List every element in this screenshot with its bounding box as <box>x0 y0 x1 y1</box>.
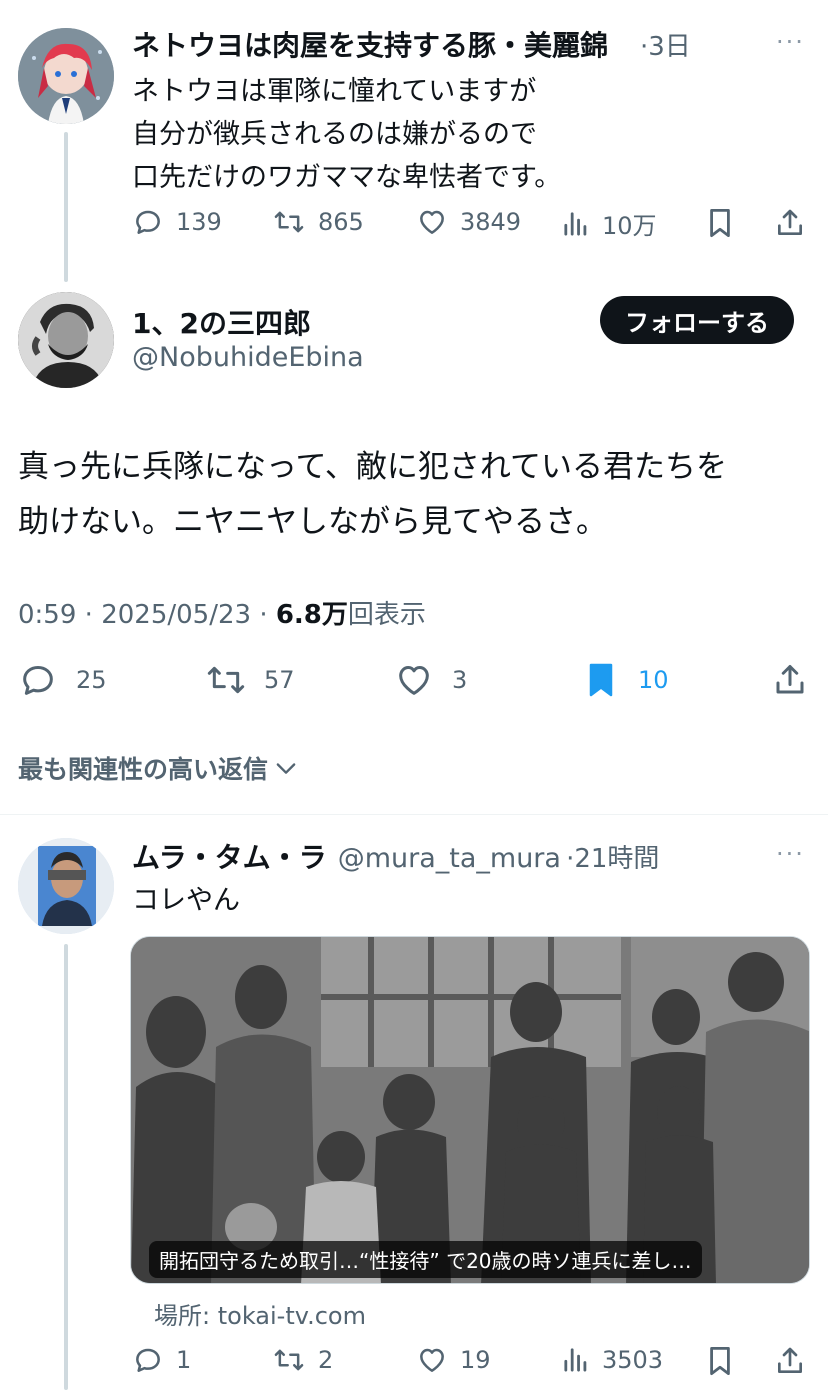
bookmark-button[interactable] <box>706 206 734 240</box>
avatar[interactable] <box>18 292 114 388</box>
chevron-down-icon <box>276 763 296 774</box>
anime-avatar-icon <box>18 28 114 124</box>
view-count: 6.8万 <box>275 600 348 630</box>
views-button[interactable]: 3503 <box>562 1344 663 1376</box>
media-card[interactable]: 開拓団守るため取引…“性接待” で20歳の時ソ連兵に差し… <box>130 936 810 1284</box>
tweet-meta: 0:59 · 2025/05/23 · 6.8万回表示 <box>18 600 426 630</box>
photo-avatar-icon <box>18 838 114 934</box>
media-caption: 開拓団守るため取引…“性接待” で20歳の時ソ連兵に差し… <box>149 1241 702 1278</box>
main-actions: 25 57 3 10 <box>0 658 828 702</box>
like-button[interactable]: 3 <box>394 660 467 700</box>
link-prefix: 場所: <box>154 1302 218 1330</box>
repost-icon <box>207 666 245 694</box>
share-button[interactable] <box>774 1344 806 1378</box>
repost-button[interactable]: 2 <box>272 1344 333 1376</box>
handle[interactable]: @NobuhideEbina <box>132 342 364 373</box>
views-button[interactable]: 10万 <box>562 206 657 241</box>
reply-count: 139 <box>176 208 222 236</box>
repost-count: 865 <box>318 208 364 236</box>
link-domain: tokai-tv.com <box>217 1302 366 1330</box>
tweet-text: 真っ先に兵隊になって、敵に犯されている君たちを 助けない。ニヤニヤしながら見てや… <box>18 440 727 550</box>
timestamp[interactable]: 21時間 <box>574 844 659 874</box>
handle[interactable]: @mura_ta_mura <box>338 843 561 874</box>
sort-replies-label: 最も関連性の高い返信 <box>18 755 269 784</box>
display-name[interactable]: ムラ・タム・ラ <box>132 841 327 874</box>
view-label: 回表示 <box>347 600 426 630</box>
share-icon <box>776 665 804 694</box>
tweet-text: ネトウヨは軍隊に憧れていますが 自分が徴兵されるのは嫌がるので 口先だけのワガマ… <box>132 70 561 199</box>
repost-count: 57 <box>264 666 295 694</box>
repost-icon <box>274 211 304 233</box>
heart-icon <box>420 210 444 234</box>
reply1-actions: 139 865 3849 10万 <box>0 202 828 246</box>
bookmark-count: 10 <box>638 666 669 694</box>
bookmark-icon <box>710 208 730 237</box>
reply-button[interactable]: 25 <box>18 660 107 700</box>
reply-button[interactable]: 1 <box>132 1344 191 1376</box>
tweet-text-line: 口先だけのワガママな卑怯者です。 <box>132 162 562 193</box>
like-button[interactable]: 19 <box>416 1344 491 1376</box>
reply-count: 25 <box>76 666 107 694</box>
heart-icon <box>420 1348 444 1372</box>
share-button[interactable] <box>774 206 806 240</box>
sort-replies-selector[interactable]: 最も関連性の高い返信 <box>18 750 300 786</box>
share-icon <box>778 209 802 235</box>
reply-icon <box>136 210 160 234</box>
like-count: 19 <box>460 1346 491 1374</box>
tweet-date[interactable]: 2025/05/23 <box>101 600 251 630</box>
timestamp[interactable]: ·3日 <box>640 26 691 63</box>
reply-icon <box>23 666 53 695</box>
reply-icon <box>136 1348 160 1372</box>
more-options-icon[interactable]: ··· <box>776 840 805 868</box>
like-count: 3 <box>452 666 468 694</box>
view-count: 10万 <box>602 212 657 240</box>
tweet-text: コレやん <box>132 885 240 916</box>
view-count: 3503 <box>602 1346 664 1374</box>
heart-icon <box>399 666 429 695</box>
avatar[interactable] <box>18 28 114 124</box>
reply2-actions: 1 2 19 3503 <box>0 1340 828 1384</box>
repost-button[interactable]: 57 <box>204 660 295 700</box>
tweet-text-line: ネトウヨは軍隊に憧れていますが <box>132 76 537 107</box>
historical-photo-image <box>131 937 809 1283</box>
share-button[interactable] <box>772 660 808 700</box>
link-source[interactable]: 場所: tokai-tv.com <box>154 1296 366 1331</box>
portrait-avatar-icon <box>18 292 114 388</box>
reply-count: 1 <box>176 1346 192 1374</box>
like-count: 3849 <box>460 208 522 236</box>
more-options-icon[interactable]: ··· <box>776 28 805 56</box>
tweet-text-line: 自分が徴兵されるのは嫌がるので <box>132 119 537 150</box>
repost-icon <box>274 1349 304 1371</box>
tweet-text-line: 助けない。ニヤニヤしながら見てやるさ。 <box>18 504 607 540</box>
bookmark-fill <box>589 663 613 697</box>
display-name[interactable]: ネトウヨは肉屋を支持する豚・美麗錦 <box>132 24 608 64</box>
repost-button[interactable]: 865 <box>272 206 364 238</box>
share-icon <box>778 1347 802 1373</box>
like-button[interactable]: 3849 <box>416 206 521 238</box>
display-name[interactable]: 1、2の三四郎 <box>132 302 311 342</box>
author-line: ムラ・タム・ラ @mura_ta_mura ·21時間 <box>132 841 660 874</box>
views-icon <box>564 211 587 236</box>
tweet-time[interactable]: 0:59 <box>18 600 76 630</box>
views-icon <box>564 1348 587 1372</box>
bookmark-button[interactable] <box>706 1344 734 1378</box>
tweet-text-line: 真っ先に兵隊になって、敵に犯されている君たちを <box>18 449 727 485</box>
avatar[interactable] <box>18 838 114 934</box>
bookmark-filled-icon <box>589 663 613 697</box>
repost-count: 2 <box>318 1346 334 1374</box>
thread-line <box>64 944 68 1390</box>
divider <box>0 814 828 815</box>
timestamp-text: 3日 <box>648 32 691 62</box>
bookmark-icon <box>710 1347 730 1376</box>
follow-button[interactable]: フォローする <box>600 296 794 344</box>
reply-button[interactable]: 139 <box>132 206 222 238</box>
bookmark-button[interactable]: 10 <box>584 660 669 700</box>
